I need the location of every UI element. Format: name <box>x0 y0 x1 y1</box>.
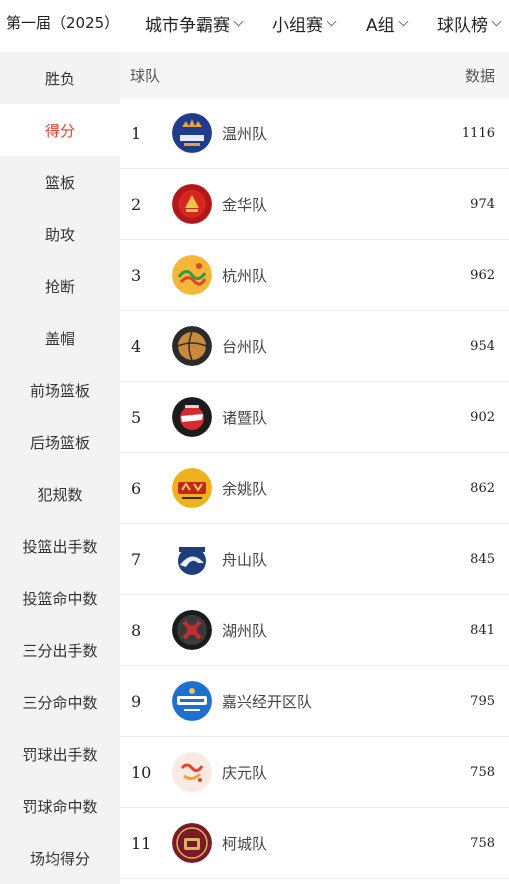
stat-value: 1116 <box>461 125 495 141</box>
zhuji-logo-icon <box>172 397 212 437</box>
stage-dropdown[interactable]: 小组赛 <box>272 11 337 36</box>
sidebar-item-assists[interactable]: 助攻 <box>0 208 120 260</box>
rank-number: 3 <box>131 265 142 285</box>
rank-number: 1 <box>131 123 142 143</box>
ranking-type-label: 球队榜 <box>437 16 488 36</box>
chevron-down-icon <box>326 16 337 26</box>
team-name[interactable]: 庆元队 <box>222 762 267 783</box>
team-name[interactable]: 舟山队 <box>222 549 267 570</box>
sidebar-item-blocks[interactable]: 盖帽 <box>0 312 120 364</box>
season-label[interactable]: 第一届（2025） <box>6 12 119 33</box>
ranking-table: 球队 数据 1 温州队 1116 2 金华队 974 3 杭州队 962 4 台… <box>120 52 509 884</box>
zhoushan-logo-icon <box>172 539 212 579</box>
qingyuan-logo-icon <box>172 752 212 792</box>
rank-number: 10 <box>131 762 152 782</box>
team-name[interactable]: 温州队 <box>222 123 267 144</box>
table-row[interactable]: 2 金华队 974 <box>120 169 509 240</box>
stat-value: 954 <box>470 338 495 354</box>
rank-number: 6 <box>131 478 142 498</box>
team-name[interactable]: 湖州队 <box>222 620 267 641</box>
sidebar-item-rebounds[interactable]: 篮板 <box>0 156 120 208</box>
sidebar-item-points-per-game[interactable]: 场均得分 <box>0 832 120 884</box>
stat-value: 758 <box>470 835 495 851</box>
stat-value: 795 <box>470 693 495 709</box>
team-name[interactable]: 台州队 <box>222 336 267 357</box>
team-name[interactable]: 金华队 <box>222 194 267 215</box>
chevron-down-icon <box>233 16 244 26</box>
sidebar-item-ft-made[interactable]: 罚球命中数 <box>0 780 120 832</box>
sidebar-item-fg-made[interactable]: 投篮命中数 <box>0 572 120 624</box>
sidebar-item-offensive-rebounds[interactable]: 前场篮板 <box>0 364 120 416</box>
table-row[interactable]: 6 余姚队 862 <box>120 453 509 524</box>
competition-dropdown[interactable]: 城市争霸赛 <box>145 11 244 36</box>
team-name[interactable]: 柯城队 <box>222 833 267 854</box>
stat-value: 962 <box>470 267 495 283</box>
sidebar-item-fouls[interactable]: 犯规数 <box>0 468 120 520</box>
taizhou-logo-icon <box>172 326 212 366</box>
group-label: A组 <box>366 16 395 36</box>
kecheng-logo-icon <box>172 823 212 863</box>
yuyao-logo-icon <box>172 468 212 508</box>
rank-number: 2 <box>131 194 142 214</box>
sidebar-item-3pt-attempts[interactable]: 三分出手数 <box>0 624 120 676</box>
rank-number: 7 <box>131 549 142 569</box>
sidebar-item-fg-attempts[interactable]: 投篮出手数 <box>0 520 120 572</box>
team-name[interactable]: 嘉兴经开区队 <box>222 691 312 712</box>
stage-label: 小组赛 <box>272 16 323 36</box>
column-header-team: 球队 <box>130 66 161 85</box>
competition-label: 城市争霸赛 <box>145 16 230 36</box>
stat-value: 845 <box>470 551 495 567</box>
group-dropdown[interactable]: A组 <box>366 11 409 36</box>
table-row[interactable]: 1 温州队 1116 <box>120 98 509 169</box>
stat-value: 841 <box>470 622 495 638</box>
sidebar-item-points[interactable]: 得分 <box>0 104 120 156</box>
rank-number: 11 <box>131 833 152 853</box>
jiaxing-logo-icon <box>172 681 212 721</box>
huzhou-logo-icon <box>172 610 212 650</box>
stat-value: 862 <box>470 480 495 496</box>
ranking-type-dropdown[interactable]: 球队榜 <box>437 11 502 36</box>
chevron-down-icon <box>491 16 502 26</box>
table-header: 球队 数据 <box>120 52 509 98</box>
team-name[interactable]: 余姚队 <box>222 478 267 499</box>
hangzhou-logo-icon <box>172 255 212 295</box>
chevron-down-icon <box>398 16 409 26</box>
sidebar-item-steals[interactable]: 抢断 <box>0 260 120 312</box>
sidebar-item-3pt-made[interactable]: 三分命中数 <box>0 676 120 728</box>
table-row[interactable]: 3 杭州队 962 <box>120 240 509 311</box>
stat-category-sidebar: 胜负 得分 篮板 助攻 抢断 盖帽 前场篮板 后场篮板 犯规数 投篮出手数 投篮… <box>0 52 120 884</box>
table-row[interactable]: 7 舟山队 845 <box>120 524 509 595</box>
jinhua-logo-icon <box>172 184 212 224</box>
column-header-value: 数据 <box>464 66 495 85</box>
stat-value: 974 <box>470 196 495 212</box>
table-row[interactable]: 4 台州队 954 <box>120 311 509 382</box>
table-row[interactable]: 10 庆元队 758 <box>120 737 509 808</box>
rank-number: 9 <box>131 691 142 711</box>
sidebar-item-defensive-rebounds[interactable]: 后场篮板 <box>0 416 120 468</box>
stat-value: 758 <box>470 764 495 780</box>
rank-number: 5 <box>131 407 142 427</box>
sidebar-item-wins-losses[interactable]: 胜负 <box>0 52 120 104</box>
sidebar-item-ft-attempts[interactable]: 罚球出手数 <box>0 728 120 780</box>
table-row[interactable]: 8 湖州队 841 <box>120 595 509 666</box>
stat-value: 902 <box>470 409 495 425</box>
table-row[interactable]: 11 柯城队 758 <box>120 808 509 879</box>
team-name[interactable]: 诸暨队 <box>222 407 267 428</box>
rank-number: 8 <box>131 620 142 640</box>
table-row[interactable]: 9 嘉兴经开区队 795 <box>120 666 509 737</box>
filter-bar: 第一届（2025） 城市争霸赛 小组赛 A组 球队榜 <box>0 0 509 44</box>
table-row[interactable]: 5 诸暨队 902 <box>120 382 509 453</box>
rank-number: 4 <box>131 336 142 356</box>
team-name[interactable]: 杭州队 <box>222 265 267 286</box>
wenzhou-logo-icon <box>172 113 212 153</box>
